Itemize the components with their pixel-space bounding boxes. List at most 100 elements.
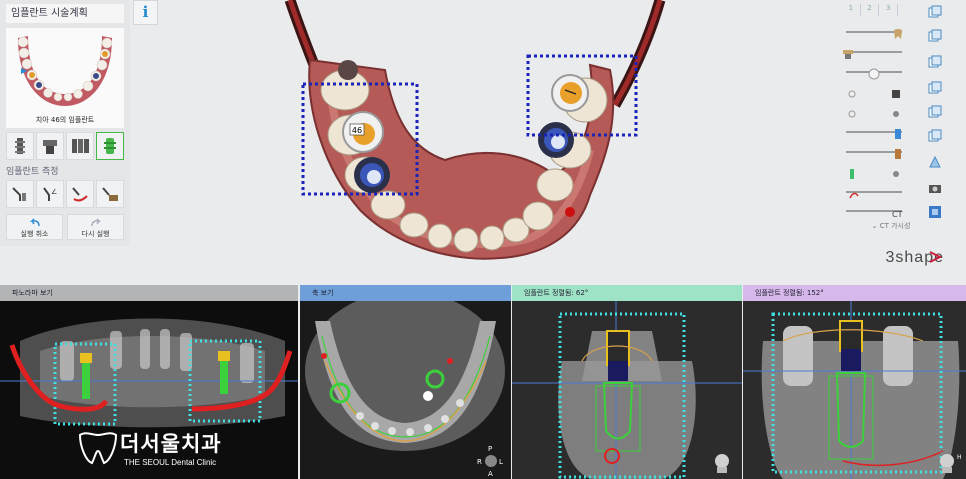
copy-icon [928, 105, 942, 118]
ct-icon: CT [892, 210, 903, 219]
implant-select-tool[interactable] [6, 132, 34, 160]
slider-sleeve[interactable] [842, 144, 912, 160]
arch-thumbnail-image [17, 36, 113, 106]
layer-tab-1[interactable]: 1 [842, 4, 861, 16]
tooth-thumbnail[interactable]: 치아 46의 임플란트 [6, 28, 124, 128]
slider-ct-opacity[interactable]: CT [842, 203, 912, 219]
measure-distance-tool[interactable] [6, 180, 34, 208]
layer-tabs: 1 2 3 [842, 4, 899, 16]
orient-h: H [957, 454, 962, 461]
multi-implant-tool[interactable] [66, 132, 94, 160]
scan-view-icon [929, 155, 941, 168]
view-button-2[interactable] [928, 28, 942, 42]
scan-view-button[interactable] [928, 154, 942, 168]
thumbnail-caption: 치아 46의 임플란트 [35, 116, 95, 124]
view-button-6[interactable] [928, 128, 942, 142]
cross1-image [512, 301, 742, 479]
slider-abutment[interactable] [842, 104, 912, 120]
orient-a: A [488, 470, 493, 478]
sleeve-slider-knob [892, 145, 904, 159]
scan-slider-knob [890, 85, 902, 98]
measure-nerve-tool[interactable] [66, 180, 94, 208]
ct-visibility-text: CT 가시성 [879, 222, 911, 230]
orient-p: P [488, 445, 492, 453]
redo-label: 다시 실행 [81, 230, 110, 238]
cross-section-view-2[interactable]: 임플란트 정렬됨: 152° H [743, 285, 966, 479]
ct-opacity-knob: CT [892, 204, 904, 219]
cross-section-view-1[interactable]: 임플란트 정렬됨: 62° [512, 285, 742, 479]
implant-library-icon [104, 138, 116, 154]
copy-icon [928, 81, 942, 94]
redo-button[interactable]: 다시 실행 [67, 214, 124, 240]
jaw-3d-model: 46 [284, 0, 666, 260]
head-orientation-icon [940, 454, 954, 473]
sleeve-icon [895, 129, 901, 139]
cross2-image: H [743, 301, 966, 479]
view-button-1[interactable] [928, 4, 942, 18]
3d-viewport[interactable]: 46 [160, 0, 830, 285]
copy-icon [928, 29, 942, 42]
view-button-4[interactable] [928, 80, 942, 94]
ct-visibility-label[interactable]: ⌄ CT 가시성 [836, 221, 946, 231]
copy-icon [928, 129, 942, 142]
nerve-slider-knob [846, 165, 858, 179]
slider-crown[interactable] [842, 64, 912, 80]
ruler-icon [12, 187, 26, 201]
slider-tooth[interactable] [842, 24, 912, 40]
brand-mark-icon [929, 251, 942, 263]
bone-measure-icon [102, 187, 118, 201]
redo-icon [90, 218, 101, 227]
history-row: 실행 취소 다시 실행 [6, 214, 124, 240]
snapshot-icon [929, 206, 941, 218]
cross2-header: 임플란트 정렬됨: 152° [743, 285, 966, 301]
scan-icon [892, 90, 900, 98]
clinic-name: 더서울치과 [120, 432, 222, 456]
undo-button[interactable]: 실행 취소 [6, 214, 63, 240]
cross1-header: 임플란트 정렬됨: 62° [512, 285, 742, 301]
implant-library-tool[interactable] [96, 132, 124, 160]
camera-button[interactable] [928, 180, 942, 194]
panoramic-view[interactable]: 파노라마 보기 더서울치과 THE SEOUL Dental Clinic [0, 285, 298, 479]
abutment-slider-knob [890, 105, 902, 117]
bone-icon [895, 149, 901, 159]
panoramic-header: 파노라마 보기 [0, 285, 298, 301]
angle-icon: ∠ [43, 187, 57, 201]
planning-panel: 임플란트 시술계획 치아 46의 임플란트 임플란트 측정 ∠ 실행 취소 다시… [0, 0, 130, 246]
measure-bone-tool[interactable] [96, 180, 124, 208]
orient-r: R [477, 458, 482, 466]
ct-slider-knob [848, 185, 860, 199]
abutment-tool[interactable] [36, 132, 64, 160]
dot-icon [893, 171, 899, 177]
scan-dot [846, 85, 858, 98]
head-orientation-icon [715, 454, 729, 473]
layer-tab-3[interactable]: 3 [879, 4, 899, 16]
slider-ct[interactable] [842, 184, 912, 200]
svg-text:∠: ∠ [51, 188, 57, 196]
clinic-subtitle: THE SEOUL Dental Clinic [124, 458, 217, 467]
layer-tab-2[interactable]: 2 [861, 4, 880, 16]
visibility-panel: 1 2 3 CT ⌄ CT 가시성 [836, 0, 966, 246]
tooth-number-label: 46 [352, 126, 362, 135]
view-button-3[interactable] [928, 54, 942, 68]
slider-scan[interactable] [842, 84, 912, 100]
measure-section-label: 임플란트 측정 [6, 167, 59, 177]
dot-icon [893, 111, 899, 117]
slider-nerve[interactable] [842, 164, 912, 180]
slider-guide[interactable] [842, 124, 912, 140]
slider-implant[interactable] [842, 44, 912, 60]
view-button-5[interactable] [928, 104, 942, 118]
measure-tool-row: ∠ [6, 180, 124, 208]
measure-angle-tool[interactable]: ∠ [36, 180, 64, 208]
undo-icon [29, 218, 40, 227]
abutment-dot [846, 105, 858, 118]
guide-slider-knob [892, 125, 904, 139]
orient-l: L [499, 458, 503, 466]
implant-slider-knob [842, 45, 854, 59]
dot-icon [848, 90, 856, 98]
nerve-icon [849, 192, 859, 199]
copy-icon [928, 55, 942, 68]
info-button[interactable]: i [133, 0, 158, 25]
axial-view[interactable]: 축 보기 P R L A [300, 285, 511, 479]
snapshot-button[interactable] [928, 204, 942, 218]
nerve-measure-icon [72, 187, 88, 202]
